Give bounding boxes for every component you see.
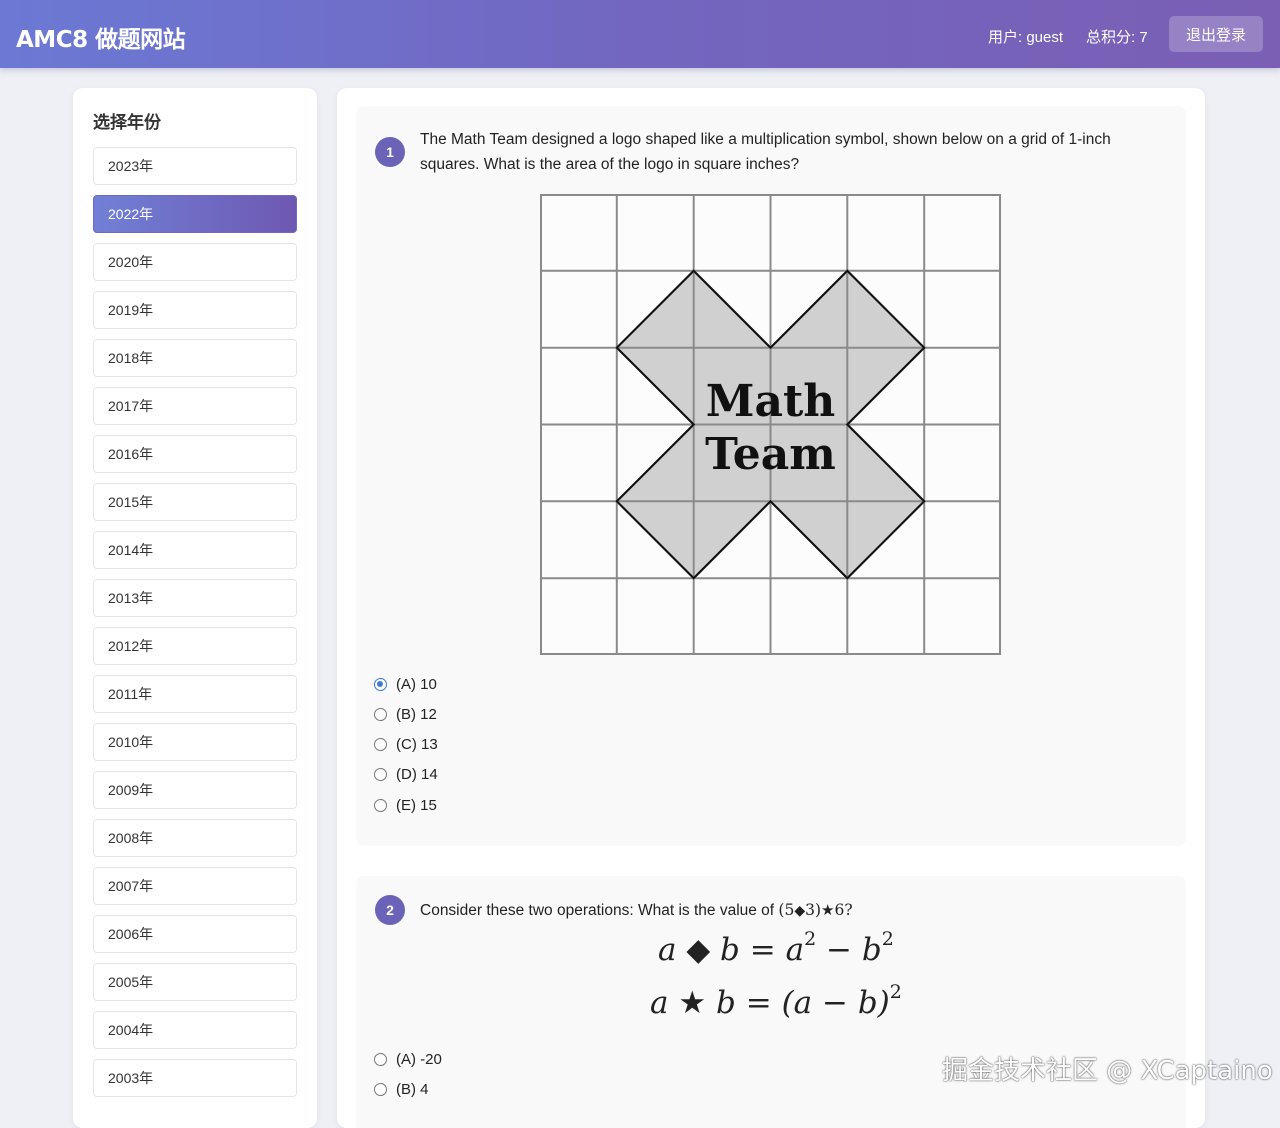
user-label: 用户: guest <box>988 29 1064 46</box>
diamond-icon: ◆ <box>686 932 711 968</box>
logo-grid-figure: Math Team <box>540 194 1001 655</box>
top-header: AMC8 做题网站 用户: guest 总积分: 7 退出登录 <box>0 0 1280 68</box>
option-label: (B) 4 <box>396 1081 429 1098</box>
radio-button[interactable] <box>374 708 387 721</box>
formula-minus: − <box>826 932 853 968</box>
option-label: (E) 15 <box>396 797 437 814</box>
year-item[interactable]: 2019年 <box>93 291 297 329</box>
year-list: 2023年 2022年 2020年 2019年 2018年 2017年 2016… <box>93 147 297 1107</box>
year-item[interactable]: 2014年 <box>93 531 297 569</box>
year-item[interactable]: 2007年 <box>93 867 297 905</box>
formula-var: b <box>861 932 882 968</box>
formula-var: a <box>658 932 677 968</box>
expr-end: 6? <box>834 901 853 919</box>
formula-star: a ★ b = (a − b)2 <box>650 981 902 1021</box>
formula-var: b <box>720 932 740 968</box>
year-item[interactable]: 2009年 <box>93 771 297 809</box>
option-label: (D) 14 <box>396 766 438 783</box>
radio-button[interactable] <box>374 799 387 812</box>
year-item[interactable]: 2023年 <box>93 147 297 185</box>
formula-diamond: a ◆ b = a2 − b2 <box>658 928 894 968</box>
question-text: Consider these two operations: What is t… <box>420 898 1140 923</box>
radio-button[interactable] <box>374 768 387 781</box>
formula-exp: 2 <box>889 981 902 1003</box>
option-e[interactable]: (E) 15 <box>374 797 437 819</box>
formula-exp: 2 <box>881 928 894 950</box>
formula-eq: = <box>749 932 776 968</box>
star-icon: ★ <box>678 985 707 1021</box>
year-item[interactable]: 2008年 <box>93 819 297 857</box>
year-item[interactable]: 2010年 <box>93 723 297 761</box>
score-label: 总积分: 7 <box>1086 29 1148 46</box>
question-number-badge: 2 <box>375 895 405 925</box>
year-item[interactable]: 2020年 <box>93 243 297 281</box>
question-card-1: 1 The Math Team designed a logo shaped l… <box>356 106 1186 846</box>
logo-text-team: Team <box>705 429 836 480</box>
year-item[interactable]: 2015年 <box>93 483 297 521</box>
radio-button[interactable] <box>374 1053 387 1066</box>
formula-var: a <box>785 932 805 968</box>
option-d[interactable]: (D) 14 <box>374 766 438 788</box>
year-item[interactable]: 2011年 <box>93 675 297 713</box>
year-item[interactable]: 2018年 <box>93 339 297 377</box>
site-brand[interactable]: AMC8 做题网站 <box>16 20 186 54</box>
star-icon: ★ <box>821 902 835 919</box>
year-item[interactable]: 2013年 <box>93 579 297 617</box>
option-b[interactable]: (B) 12 <box>374 706 437 728</box>
formula-eq: = <box>745 985 772 1021</box>
formula-rhs: (a − b) <box>781 985 890 1021</box>
year-item[interactable]: 2012年 <box>93 627 297 665</box>
sidebar-title: 选择年份 <box>93 113 161 133</box>
logout-button[interactable]: 退出登录 <box>1169 16 1263 52</box>
formula-var: b <box>716 985 736 1021</box>
formula-exp: 2 <box>804 928 817 950</box>
year-item[interactable]: 2006年 <box>93 915 297 953</box>
year-item[interactable]: 2003年 <box>93 1059 297 1097</box>
question-text: The Math Team designed a logo shaped lik… <box>420 131 1111 173</box>
option-a[interactable]: (A) -20 <box>374 1051 442 1073</box>
option-label: (A) -20 <box>396 1051 442 1068</box>
year-sidebar: 选择年份 2023年 2022年 2020年 2019年 2018年 2017年… <box>73 88 317 1128</box>
option-label: (B) 12 <box>396 706 437 723</box>
year-item[interactable]: 2016年 <box>93 435 297 473</box>
radio-button-checked[interactable] <box>374 678 387 691</box>
question-card-2: 2 Consider these two operations: What is… <box>356 876 1186 1128</box>
option-label: (A) 10 <box>396 676 437 693</box>
logo-text-math: Math <box>706 376 836 427</box>
radio-button[interactable] <box>374 738 387 751</box>
option-label: (C) 13 <box>396 736 438 753</box>
question-text-prefix: Consider these two operations: What is t… <box>420 902 779 919</box>
expr-mid: 3) <box>805 901 822 919</box>
year-item[interactable]: 2017年 <box>93 387 297 425</box>
year-item-active[interactable]: 2022年 <box>93 195 297 233</box>
watermark: 掘金技术社区 @ XCaptaino <box>942 1056 1273 1086</box>
year-item[interactable]: 2005年 <box>93 963 297 1001</box>
option-c[interactable]: (C) 13 <box>374 736 438 758</box>
year-item[interactable]: 2004年 <box>93 1011 297 1049</box>
diamond-icon: ◆ <box>794 902 806 918</box>
formula-var: a <box>650 985 669 1021</box>
radio-button[interactable] <box>374 1083 387 1096</box>
option-b[interactable]: (B) 4 <box>374 1081 429 1103</box>
question-number-badge: 1 <box>375 137 405 167</box>
option-a[interactable]: (A) 10 <box>374 676 437 698</box>
question-panel: 1 The Math Team designed a logo shaped l… <box>337 88 1205 1128</box>
expr-open: (5 <box>778 901 795 919</box>
